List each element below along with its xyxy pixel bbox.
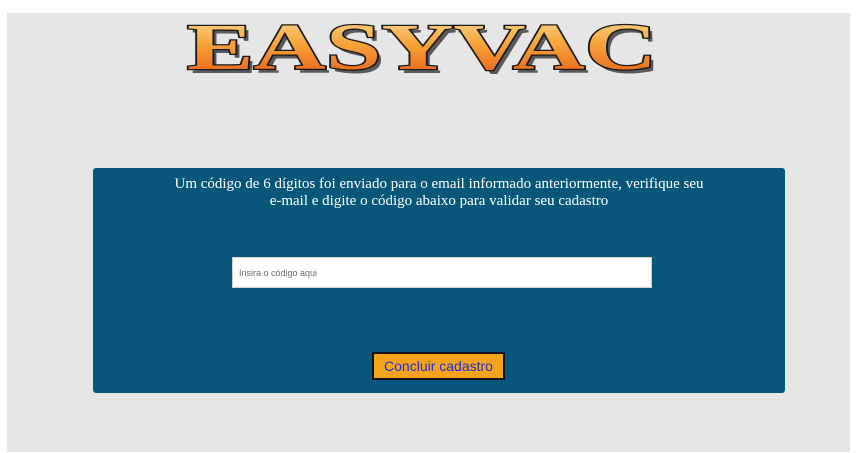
verification-panel: Um código de 6 dígitos foi enviado para …	[93, 168, 785, 393]
logo-text: EASYVAC	[187, 13, 657, 84]
verification-code-input[interactable]	[232, 257, 652, 288]
page-background: EASYVAC EASYVAC Um código de 6 dígitos f…	[7, 13, 850, 452]
message-line-2: e-mail e digite o código abaixo para val…	[269, 193, 609, 209]
easyvac-logo: EASYVAC EASYVAC	[177, 13, 667, 85]
complete-registration-button[interactable]: Concluir cadastro	[372, 352, 505, 380]
verification-message: Um código de 6 dígitos foi enviado para …	[153, 176, 725, 210]
message-line-1: Um código de 6 dígitos foi enviado para …	[174, 176, 704, 192]
